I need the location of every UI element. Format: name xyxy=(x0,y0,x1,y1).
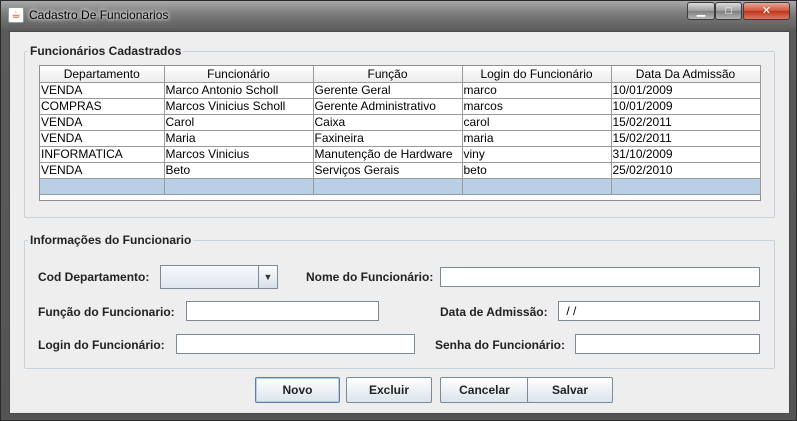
table-row[interactable]: COMPRAS Marcos Vinicius Scholl Gerente A… xyxy=(40,98,761,115)
title-bar[interactable]: ☕ Cadastro De Funcionarios ▁ □ ✕ xyxy=(1,1,796,29)
column-header-funcao[interactable]: Função xyxy=(313,66,463,83)
nome-funcionario-label: Nome do Funcionário: xyxy=(306,270,434,284)
table-row[interactable]: INFORMATICA Marcos Vinicius Manutenção d… xyxy=(40,146,761,163)
table-row[interactable]: VENDA Marco Antonio Scholl Gerente Geral… xyxy=(40,82,761,99)
table-cell[interactable]: marcos xyxy=(462,98,612,115)
table-cell[interactable]: Marcos Vinicius Scholl xyxy=(164,98,314,115)
cod-departamento-label: Cod Departamento: xyxy=(38,270,150,284)
table-cell[interactable] xyxy=(313,178,463,195)
nome-funcionario-field[interactable] xyxy=(440,267,760,287)
table-cell[interactable] xyxy=(611,178,761,195)
java-cup-icon: ☕ xyxy=(8,7,24,23)
table-cell[interactable]: VENDA xyxy=(40,130,165,147)
table-cell[interactable]: viny xyxy=(462,146,612,163)
column-header-login[interactable]: Login do Funcionário xyxy=(462,66,612,83)
main-window: ☕ Cadastro De Funcionarios ▁ □ ✕ Funcion… xyxy=(0,0,797,421)
column-header-departamento[interactable]: Departamento xyxy=(40,66,165,83)
table-cell[interactable]: VENDA xyxy=(40,114,165,131)
window-content: Funcionários Cadastrados Departamento Fu… xyxy=(9,31,790,414)
chevron-down-icon[interactable]: ▼ xyxy=(258,266,277,288)
table-cell[interactable]: carol xyxy=(462,114,612,131)
table-cell[interactable]: Beto xyxy=(164,162,314,179)
column-header-data-admissao[interactable]: Data Da Admissão xyxy=(611,66,761,83)
table-cell[interactable]: Serviços Gerais xyxy=(313,162,463,179)
table-cell[interactable]: 15/02/2011 xyxy=(611,130,761,147)
table-cell[interactable] xyxy=(462,178,612,195)
employees-group-legend: Funcionários Cadastrados xyxy=(30,44,182,58)
table-cell[interactable]: VENDA xyxy=(40,162,165,179)
table-cell[interactable]: VENDA xyxy=(40,82,165,99)
table-cell[interactable]: 25/02/2010 xyxy=(611,162,761,179)
excluir-button[interactable]: Excluir xyxy=(346,377,432,403)
table-cell[interactable] xyxy=(40,178,165,195)
novo-button[interactable]: Novo xyxy=(255,377,340,403)
table-cell[interactable]: Maria xyxy=(164,130,314,147)
cancelar-button[interactable]: Cancelar xyxy=(440,377,529,403)
table-cell[interactable]: Carol xyxy=(164,114,314,131)
cod-departamento-combo[interactable]: ▼ xyxy=(160,265,278,289)
table-cell[interactable]: Caixa xyxy=(313,114,463,131)
table-header-row: Departamento Funcionário Função Login do… xyxy=(40,66,761,83)
funcao-funcionario-label: Função do Funcionario: xyxy=(38,305,175,319)
employees-table[interactable]: Departamento Funcionário Função Login do… xyxy=(40,66,761,195)
salvar-button[interactable]: Salvar xyxy=(527,377,613,403)
table-cell[interactable]: 10/01/2009 xyxy=(611,98,761,115)
table-cell[interactable] xyxy=(164,178,314,195)
table-cell[interactable]: maria xyxy=(462,130,612,147)
table-row[interactable]: VENDA Carol Caixa carol 15/02/2011 xyxy=(40,114,761,131)
close-button[interactable]: ✕ xyxy=(743,2,790,20)
funcao-funcionario-field[interactable] xyxy=(186,301,379,321)
table-cell[interactable]: Gerente Administrativo xyxy=(313,98,463,115)
table-cell[interactable]: 31/10/2009 xyxy=(611,146,761,163)
table-cell[interactable]: beto xyxy=(462,162,612,179)
minimize-button[interactable]: ▁ xyxy=(687,2,715,20)
senha-funcionario-label: Senha do Funcionário: xyxy=(435,338,566,352)
table-cell[interactable]: Marco Antonio Scholl xyxy=(164,82,314,99)
data-admissao-field[interactable] xyxy=(558,301,760,321)
table-row[interactable]: VENDA Beto Serviços Gerais beto 25/02/20… xyxy=(40,162,761,179)
table-cell[interactable]: Faxineira xyxy=(313,130,463,147)
table-cell[interactable]: 15/02/2011 xyxy=(611,114,761,131)
employee-info-group-legend: Informações do Funcionario xyxy=(30,233,192,247)
column-header-funcionario[interactable]: Funcionário xyxy=(164,66,314,83)
data-admissao-label: Data de Admissão: xyxy=(440,305,548,319)
table-row[interactable]: VENDA Maria Faxineira maria 15/02/2011 xyxy=(40,130,761,147)
maximize-button[interactable]: □ xyxy=(715,2,742,20)
table-cell[interactable]: Gerente Geral xyxy=(313,82,463,99)
senha-funcionario-field[interactable] xyxy=(575,334,760,354)
table-row-empty-selected[interactable] xyxy=(40,178,761,195)
table-cell[interactable]: marco xyxy=(462,82,612,99)
window-title: Cadastro De Funcionarios xyxy=(29,8,169,22)
login-funcionario-field[interactable] xyxy=(176,334,415,354)
table-cell[interactable]: 10/01/2009 xyxy=(611,82,761,99)
employees-table-scrollpane[interactable]: Departamento Funcionário Função Login do… xyxy=(39,65,761,201)
table-cell[interactable]: Manutenção de Hardware xyxy=(313,146,463,163)
table-cell[interactable]: Marcos Vinicius xyxy=(164,146,314,163)
login-funcionario-label: Login do Funcionário: xyxy=(38,338,165,352)
table-cell[interactable]: INFORMATICA xyxy=(40,146,165,163)
table-cell[interactable]: COMPRAS xyxy=(40,98,165,115)
